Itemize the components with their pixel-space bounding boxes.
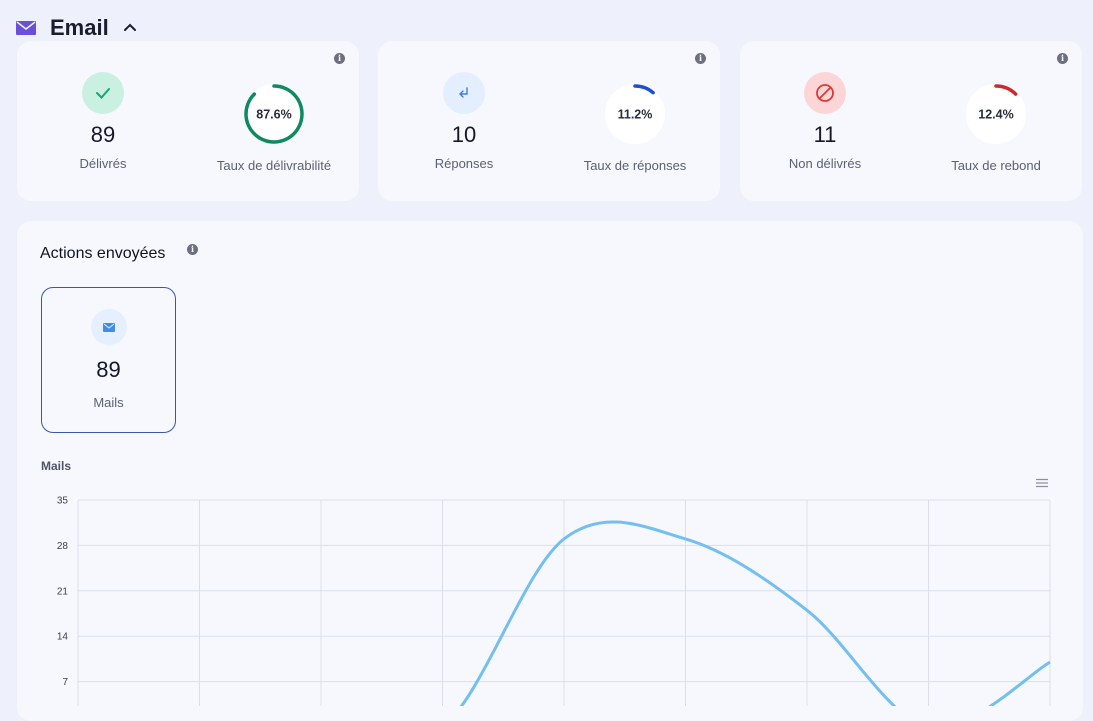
y-tick-label: 14 [57, 632, 69, 643]
mails-line-chart: 7 14 21 28 35 [57, 496, 1051, 706]
y-tick-label: 35 [57, 496, 69, 507]
y-tick-label: 28 [57, 541, 69, 552]
y-tick-label: 7 [62, 677, 68, 688]
y-tick-label: 21 [57, 586, 69, 597]
